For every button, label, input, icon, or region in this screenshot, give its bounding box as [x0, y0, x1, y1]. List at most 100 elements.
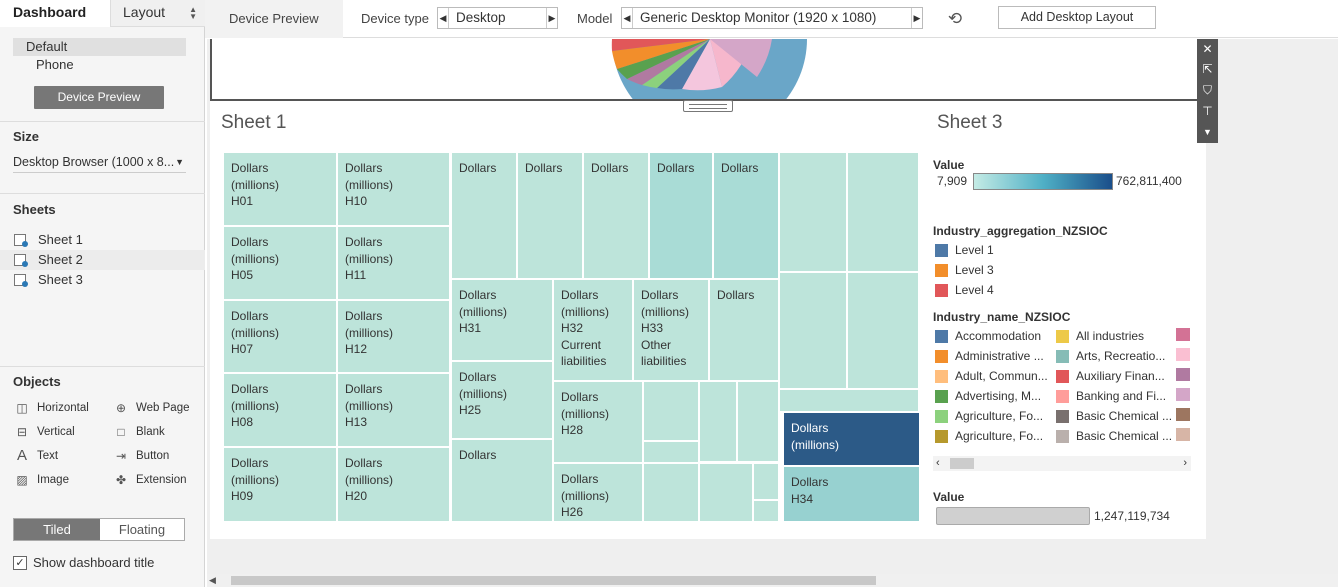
- treemap-cell[interactable]: Dollars (millions) H32 Current liabilities: [554, 280, 632, 380]
- object-web-page[interactable]: ⊕ Web Page: [112, 399, 190, 417]
- treemap-cell[interactable]: [644, 464, 698, 521]
- treemap-cell[interactable]: Dollars: [584, 153, 648, 278]
- treemap-cell[interactable]: [780, 273, 846, 388]
- legend-item[interactable]: Level 3: [933, 262, 1053, 278]
- worksheet-icon: [14, 274, 28, 287]
- chevron-right-icon[interactable]: ▶: [546, 8, 557, 28]
- treemap-cell[interactable]: [780, 153, 846, 271]
- legend-item[interactable]: Adult, Commun...: [933, 368, 1053, 384]
- treemap-chart[interactable]: Dollars (millions) H01 Dollars (millions) H10…: [224, 153, 922, 521]
- legend-item[interactable]: Level 4: [933, 282, 1053, 298]
- treemap-cell[interactable]: Dollars (millions) H11: [338, 227, 449, 299]
- treemap-cell[interactable]: Dollars (millions) H08: [224, 374, 336, 446]
- legend-item[interactable]: Level 1: [933, 242, 1053, 258]
- object-button[interactable]: ⇥ Button: [112, 447, 169, 465]
- treemap-cell[interactable]: Dollars (millions) H09: [224, 448, 336, 521]
- treemap-cell[interactable]: [754, 501, 778, 521]
- treemap-cell[interactable]: Dollars: [518, 153, 582, 278]
- treemap-cell[interactable]: [700, 464, 752, 521]
- treemap-cell[interactable]: Dollars (millions) H05: [224, 227, 336, 299]
- treemap-cell[interactable]: Dollars: [452, 153, 516, 278]
- treemap-cell[interactable]: [780, 390, 918, 411]
- treemap-cell[interactable]: Dollars (millions) H25: [452, 362, 552, 438]
- treemap-cell[interactable]: [738, 382, 778, 461]
- treemap-cell[interactable]: Dollars (millions) H07: [224, 301, 336, 372]
- horizontal-scrollbar[interactable]: ◀: [207, 574, 1338, 587]
- treemap-cell[interactable]: [700, 382, 736, 461]
- treemap-cell[interactable]: [848, 273, 918, 388]
- legend-item[interactable]: Accommodation: [933, 328, 1053, 344]
- scroll-left-icon[interactable]: ‹: [936, 456, 940, 471]
- legend-item[interactable]: Agriculture, Fo...: [933, 408, 1053, 424]
- sheet-item-1[interactable]: Sheet 1: [0, 230, 205, 250]
- chevron-right-icon[interactable]: ▶: [911, 8, 922, 28]
- legend-item[interactable]: Advertising, M...: [933, 388, 1053, 404]
- rotate-device-icon[interactable]: ⟲: [945, 9, 965, 29]
- treemap-cell[interactable]: Dollars (millions) H31: [452, 280, 552, 360]
- tab-layout[interactable]: Layout ▲ ▼: [110, 0, 205, 27]
- scrollbar-thumb[interactable]: [950, 458, 974, 469]
- legend-item[interactable]: Banking and Fi...: [1054, 388, 1174, 404]
- treemap-cell[interactable]: Dollars (millions) H26: [554, 464, 642, 521]
- treemap-cell-label: H31: [459, 321, 482, 335]
- legend-item[interactable]: Agriculture, Fo...: [933, 428, 1053, 444]
- scrollbar-thumb[interactable]: [231, 576, 876, 585]
- scroll-right-icon[interactable]: ›: [1183, 456, 1187, 471]
- treemap-cell[interactable]: [644, 382, 698, 440]
- legend-item[interactable]: Auxiliary Finan...: [1054, 368, 1174, 384]
- chevron-left-icon[interactable]: ◀: [622, 8, 633, 28]
- pin-icon[interactable]: ⊤: [1197, 101, 1218, 121]
- treemap-cell[interactable]: Dollars H34: [784, 467, 919, 521]
- treemap-cell[interactable]: Dollars: [650, 153, 712, 278]
- legend-item[interactable]: Basic Chemical ...: [1054, 428, 1174, 444]
- floating-button[interactable]: Floating: [100, 519, 184, 540]
- object-extension[interactable]: ✤ Extension: [112, 471, 187, 489]
- tab-dashboard[interactable]: Dashboard: [0, 0, 110, 27]
- model-select[interactable]: ◀ Generic Desktop Monitor (1920 x 1080) …: [621, 7, 923, 29]
- legend-item[interactable]: Arts, Recreatio...: [1054, 348, 1174, 364]
- object-blank[interactable]: □ Blank: [112, 423, 164, 441]
- treemap-cell[interactable]: Dollars (millions) H01: [224, 153, 336, 225]
- pie-chart-view[interactable]: [210, 39, 1205, 101]
- treemap-cell[interactable]: Dollars (millions) H20: [338, 448, 449, 521]
- device-type-select[interactable]: ◀ Desktop ▶: [437, 7, 558, 29]
- add-desktop-layout-button[interactable]: Add Desktop Layout: [998, 6, 1156, 29]
- resize-handle[interactable]: [683, 100, 733, 112]
- treemap-cell[interactable]: Dollars (millions) H13: [338, 374, 449, 446]
- more-options-icon[interactable]: ▼: [1197, 122, 1218, 142]
- scroll-left-icon[interactable]: ◀: [209, 574, 216, 587]
- chevron-left-icon[interactable]: ◀: [438, 8, 449, 28]
- show-dashboard-title-checkbox[interactable]: ✓ Show dashboard title: [13, 554, 154, 572]
- sheet-item-2[interactable]: Sheet 2: [0, 250, 205, 270]
- sheet-item-3[interactable]: Sheet 3: [0, 270, 205, 290]
- treemap-cell[interactable]: Dollars (millions) H33 Other liabilities: [634, 280, 708, 380]
- object-text[interactable]: A Text: [13, 447, 58, 465]
- treemap-cell[interactable]: [848, 153, 918, 271]
- go-to-sheet-icon[interactable]: ⇱: [1197, 59, 1218, 79]
- close-icon[interactable]: ✕: [1197, 39, 1218, 59]
- device-preview-tab[interactable]: Device Preview: [205, 0, 343, 38]
- legend-item[interactable]: All industries: [1054, 328, 1174, 344]
- filter-icon[interactable]: ⛉: [1197, 80, 1218, 100]
- treemap-cell[interactable]: Dollars (millions) H12: [338, 301, 449, 372]
- object-label: Horizontal: [37, 402, 89, 414]
- treemap-cell[interactable]: Dollars (millions) H28: [554, 382, 642, 462]
- treemap-cell[interactable]: Dollars: [452, 440, 552, 521]
- tiled-button[interactable]: Tiled: [14, 519, 100, 540]
- treemap-cell[interactable]: Dollars: [710, 280, 778, 380]
- treemap-cell[interactable]: [644, 442, 698, 462]
- object-vertical[interactable]: ⊟ Vertical: [13, 423, 75, 441]
- object-horizontal[interactable]: ◫ Horizontal: [13, 399, 89, 417]
- object-image[interactable]: ▨ Image: [13, 471, 69, 489]
- legend-item[interactable]: Basic Chemical ...: [1054, 408, 1174, 424]
- legend-scrollbar[interactable]: ‹ ›: [933, 456, 1191, 471]
- device-default[interactable]: Default: [13, 38, 186, 56]
- device-phone[interactable]: Phone: [13, 56, 186, 74]
- treemap-cell[interactable]: Dollars (millions): [784, 413, 919, 465]
- treemap-cell[interactable]: Dollars: [714, 153, 778, 278]
- treemap-cell[interactable]: [754, 464, 778, 499]
- size-dropdown[interactable]: Desktop Browser (1000 x 8... ▼: [13, 153, 186, 173]
- legend-item[interactable]: Administrative ...: [933, 348, 1053, 364]
- device-preview-button[interactable]: Device Preview: [34, 86, 164, 109]
- treemap-cell[interactable]: Dollars (millions) H10: [338, 153, 449, 225]
